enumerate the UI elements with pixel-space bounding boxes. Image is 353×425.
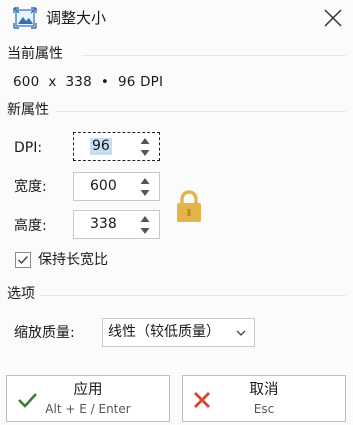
section-divider <box>41 295 346 296</box>
keep-aspect-checkbox[interactable] <box>15 252 31 268</box>
dpi-spinbox[interactable]: 96 <box>73 132 160 161</box>
height-label: 高度: <box>14 218 47 234</box>
cancel-label: 取消 <box>249 382 279 398</box>
lock-icon <box>177 190 201 222</box>
spinner-down-arrow-icon[interactable] <box>140 190 150 196</box>
quality-select[interactable]: 线性（较低质量） <box>102 318 255 347</box>
resize-image-icon <box>13 7 37 29</box>
checkmark-icon <box>18 256 29 265</box>
spinner-up-arrow-icon[interactable] <box>140 138 150 144</box>
apply-shortcut: Alt + E / Enter <box>45 402 131 416</box>
cancel-shortcut: Esc <box>253 402 275 416</box>
height-value[interactable]: 338 <box>88 216 119 233</box>
quality-label: 缩放质量: <box>14 325 75 341</box>
dpi-value[interactable]: 96 <box>90 138 112 155</box>
cancel-button[interactable]: 取消 Esc <box>182 375 346 422</box>
current-properties-heading: 当前属性 <box>7 46 63 62</box>
close-button[interactable] <box>318 4 348 32</box>
width-spinbox[interactable]: 600 <box>73 172 160 201</box>
spinner-down-arrow-icon[interactable] <box>140 150 150 156</box>
section-divider <box>82 55 346 56</box>
spinner-down-arrow-icon[interactable] <box>140 228 150 234</box>
height-spinbox[interactable]: 338 <box>73 210 160 239</box>
aspect-lock-button[interactable] <box>175 189 203 227</box>
apply-label: 应用 <box>73 382 103 398</box>
window-title: 调整大小 <box>46 9 107 27</box>
quality-selected-value: 线性（较低质量） <box>108 324 220 340</box>
apply-button[interactable]: 应用 Alt + E / Enter <box>6 375 170 422</box>
spinner-up-arrow-icon[interactable] <box>140 216 150 222</box>
current-size-info: 600 x 338 • 96 DPI <box>13 74 164 90</box>
section-divider <box>55 111 346 112</box>
width-label: 宽度: <box>14 179 47 195</box>
options-heading: 选项 <box>7 286 35 302</box>
keep-aspect-label[interactable]: 保持长宽比 <box>38 251 108 269</box>
close-icon <box>324 9 342 27</box>
width-value[interactable]: 600 <box>88 178 119 195</box>
dpi-label: DPI: <box>14 140 43 156</box>
new-properties-heading: 新属性 <box>7 102 49 118</box>
spinner-up-arrow-icon[interactable] <box>140 178 150 184</box>
dropdown-chevron-icon <box>236 330 246 336</box>
